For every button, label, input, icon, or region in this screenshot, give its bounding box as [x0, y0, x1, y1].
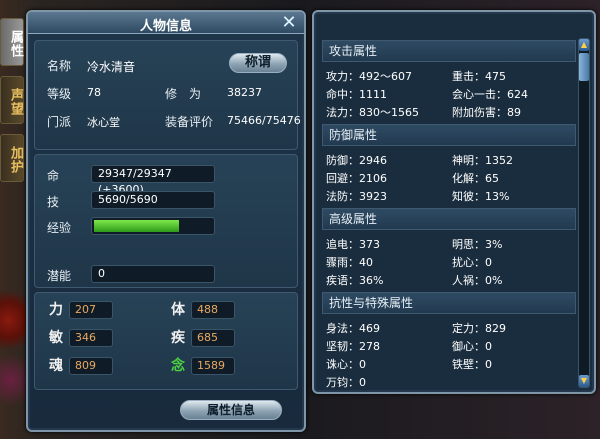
attributes-section: 力 207 体 488 敏 346 疾 685 魂 809 念 1589: [34, 292, 298, 390]
stat-item: 坚韧：278: [326, 340, 380, 353]
stat-item: 法防：3923: [326, 190, 387, 203]
attack-header: 攻击属性: [322, 40, 576, 62]
stat-item: 化解：65: [452, 172, 499, 185]
str-label: 力: [49, 302, 63, 318]
exp-bar-fill: [94, 220, 179, 232]
defense-header: 防御属性: [322, 124, 576, 146]
equipment-rating-value: 75466/75476: [227, 114, 301, 127]
tab-reputation[interactable]: 声望: [0, 76, 24, 124]
mind-value: 1589: [191, 357, 235, 375]
scroll-down-icon[interactable]: ▼: [579, 375, 589, 387]
stat-item: 回避：2106: [326, 172, 387, 185]
stat-item: 攻力：492～607: [326, 70, 412, 83]
exp-label: 经验: [47, 221, 72, 235]
scroll-up-icon[interactable]: ▲: [579, 39, 589, 51]
exp-bar: [91, 217, 215, 235]
stat-item: 重击：475: [452, 70, 506, 83]
level-value: 78: [87, 86, 101, 99]
stat-item: 防御：2946: [326, 154, 387, 167]
spd-label: 疾: [171, 330, 185, 346]
stat-item: 法力：830～1565: [326, 106, 419, 119]
con-value: 488: [191, 301, 235, 319]
stats-window: 攻击属性 攻力：492～607 重击：475 命中：1111 会心一击：624 …: [312, 10, 596, 394]
potential-label: 潜能: [47, 269, 72, 283]
vitals-section: 命 29347/29347 (+3600) 技 5690/5690 经验 潜能 …: [34, 154, 298, 288]
potential-field: 0: [91, 265, 215, 283]
soul-value: 809: [69, 357, 113, 375]
sect-value: 冰心堂: [87, 116, 120, 129]
scrollbar-thumb[interactable]: [579, 53, 589, 81]
str-value: 207: [69, 301, 113, 319]
stat-item: 铁壁：0: [452, 358, 492, 371]
sect-label: 门派: [47, 115, 72, 129]
character-info-window: 人物信息 ✕ 名称 冷水清音 称谓 等级 78 修 为 38237 门派 冰心堂…: [26, 10, 306, 432]
mind-label: 念: [171, 358, 185, 374]
stat-item: 万钧：0: [326, 376, 366, 389]
attribute-info-button[interactable]: 属性信息: [180, 400, 282, 420]
close-icon[interactable]: ✕: [280, 14, 298, 32]
stat-item: 定力：829: [452, 322, 506, 335]
tab-attributes[interactable]: 属性: [0, 18, 24, 66]
cultivation-value: 38237: [227, 86, 262, 99]
soul-label: 魂: [49, 358, 63, 374]
stat-item: 骤雨：40: [326, 256, 373, 269]
mp-field: 5690/5690: [91, 191, 215, 209]
title-bar[interactable]: 人物信息 ✕: [28, 12, 304, 34]
stat-item: 御心：0: [452, 340, 492, 353]
profile-section: 名称 冷水清音 称谓 等级 78 修 为 38237 门派 冰心堂 装备评价 7…: [34, 40, 301, 150]
spd-value: 685: [191, 329, 235, 347]
stat-item: 诛心：0: [326, 358, 366, 371]
stat-item: 会心一击：624: [452, 88, 528, 101]
advanced-header: 高级属性: [322, 208, 576, 230]
stat-item: 人祸：0%: [452, 274, 503, 287]
scrollbar[interactable]: ▲ ▼: [578, 38, 590, 388]
character-name: 冷水清音: [87, 60, 136, 74]
name-label: 名称: [47, 59, 72, 73]
stat-item: 疾语：36%: [326, 274, 384, 287]
level-label: 等级: [47, 87, 72, 101]
stats-list[interactable]: 攻击属性 攻力：492～607 重击：475 命中：1111 会心一击：624 …: [322, 40, 576, 390]
agi-label: 敏: [49, 330, 63, 346]
hp-field: 29347/29347 (+3600): [91, 165, 215, 196]
stat-item: 附加伤害：89: [452, 106, 521, 119]
equipment-rating-label: 装备评价: [165, 115, 214, 129]
cultivation-label: 修 为: [165, 87, 202, 101]
stat-item: 知彼：13%: [452, 190, 510, 203]
title-button[interactable]: 称谓: [229, 53, 287, 73]
tab-protection[interactable]: 加护: [0, 134, 24, 182]
agi-value: 346: [69, 329, 113, 347]
stat-item: 神明：1352: [452, 154, 513, 167]
resist-header: 抗性与特殊属性: [322, 292, 576, 314]
con-label: 体: [171, 302, 185, 318]
hp-label: 命: [47, 169, 60, 183]
stat-item: 追电：373: [326, 238, 380, 251]
stat-item: 扰心：0: [452, 256, 492, 269]
stat-item: 身法：469: [326, 322, 380, 335]
stat-item: 明思：3%: [452, 238, 503, 251]
window-title: 人物信息: [139, 19, 192, 34]
mp-label: 技: [47, 195, 60, 209]
stat-item: 命中：1111: [326, 88, 387, 101]
